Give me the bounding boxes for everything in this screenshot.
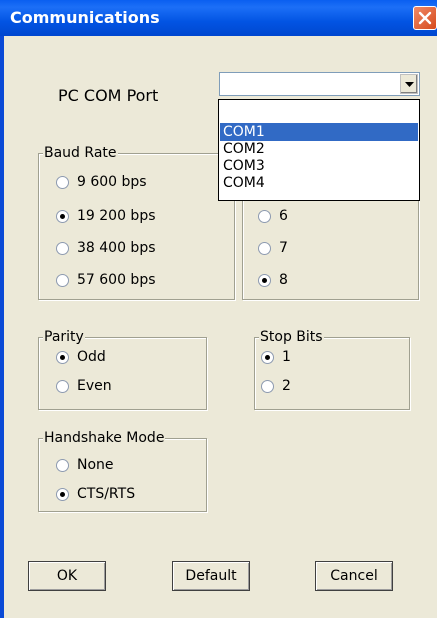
parity-group: Parity Odd Even	[38, 329, 207, 410]
parity-odd-label: Odd	[77, 349, 106, 365]
handshake-group: Handshake Mode None CTS/RTS	[38, 430, 207, 512]
radio-57600[interactable]	[56, 274, 69, 287]
close-icon	[418, 11, 432, 25]
radio-38400[interactable]	[56, 242, 69, 255]
parity-title: Parity	[43, 329, 85, 345]
baud-rate-group: Baud Rate 9 600 bps 19 200 bps 38 400 bp…	[38, 145, 235, 300]
dialog-window: Communications PC COM Port Baud Rate 9 6…	[0, 0, 437, 618]
com-port-select[interactable]	[219, 72, 420, 96]
stop-bits-group: Stop Bits 1 2	[254, 329, 410, 410]
parity-even-label: Even	[77, 378, 112, 394]
radio-stop-1[interactable]	[261, 351, 274, 364]
data-bits-6-label: 6	[279, 208, 288, 224]
radio-9600[interactable]	[56, 176, 69, 189]
com-port-option-com3[interactable]: COM3	[220, 157, 418, 175]
com-port-option-com1[interactable]: COM1	[220, 123, 418, 141]
ok-button[interactable]: OK	[28, 561, 106, 591]
radio-19200[interactable]	[56, 210, 69, 223]
baud-38400-label: 38 400 bps	[77, 240, 156, 256]
stop-bits-title: Stop Bits	[259, 329, 324, 345]
radio-8[interactable]	[258, 274, 271, 287]
title-bar[interactable]: Communications	[0, 0, 437, 36]
combo-dropdown-button[interactable]	[400, 74, 418, 94]
default-button[interactable]: Default	[172, 561, 250, 591]
window-title: Communications	[10, 8, 160, 27]
baud-19200-label: 19 200 bps	[77, 208, 156, 224]
radio-cts-rts[interactable]	[56, 488, 69, 501]
com-port-option-com4[interactable]: COM4	[220, 174, 418, 192]
radio-odd[interactable]	[56, 351, 69, 364]
handshake-title: Handshake Mode	[43, 430, 166, 446]
close-button[interactable]	[413, 6, 437, 30]
dialog-body: PC COM Port Baud Rate 9 600 bps 19 200 b…	[4, 36, 437, 618]
radio-even[interactable]	[56, 380, 69, 393]
chevron-down-icon	[405, 82, 414, 87]
radio-6[interactable]	[258, 210, 271, 223]
radio-stop-2[interactable]	[261, 380, 274, 393]
data-bits-7-label: 7	[279, 240, 288, 256]
com-port-option-com2[interactable]: COM2	[220, 140, 418, 158]
handshake-none-label: None	[77, 457, 114, 473]
baud-9600-label: 9 600 bps	[77, 174, 147, 190]
data-bits-8-label: 8	[279, 272, 288, 288]
radio-7[interactable]	[258, 242, 271, 255]
cancel-button[interactable]: Cancel	[315, 561, 393, 591]
radio-none[interactable]	[56, 459, 69, 472]
handshake-cts-label: CTS/RTS	[77, 486, 136, 502]
baud-rate-title: Baud Rate	[43, 145, 118, 161]
com-port-dropdown-list[interactable]: COM1 COM2 COM3 COM4	[218, 99, 420, 201]
baud-57600-label: 57 600 bps	[77, 272, 156, 288]
stop-bits-1-label: 1	[282, 349, 291, 365]
com-port-label: PC COM Port	[58, 86, 159, 105]
stop-bits-2-label: 2	[282, 378, 291, 394]
